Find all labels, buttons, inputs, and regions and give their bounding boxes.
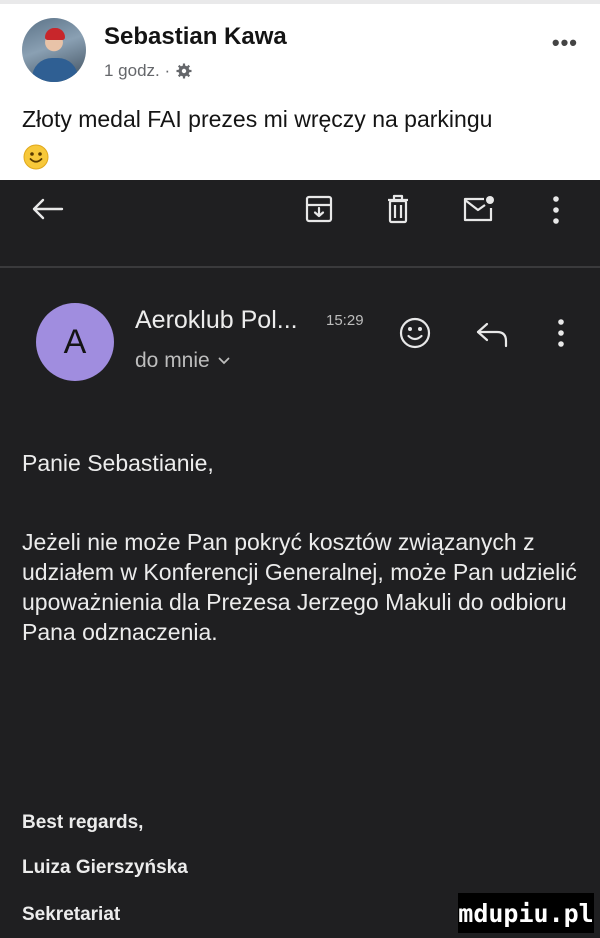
sender-avatar[interactable]: A — [36, 303, 114, 381]
signature-role: Sekretariat — [22, 904, 121, 925]
back-arrow-icon[interactable] — [30, 197, 64, 221]
author-avatar[interactable] — [22, 18, 86, 82]
gear-icon — [176, 63, 192, 79]
email-more-vert-icon[interactable] — [556, 318, 566, 348]
post-text: Złoty medal FAI prezes mi wręczy na park… — [22, 106, 493, 132]
post-author-name[interactable]: Sebastian Kawa — [104, 23, 287, 51]
site-watermark: mdupiu.pl — [458, 893, 594, 933]
avatar-shirt — [32, 58, 78, 82]
facebook-post-header: Sebastian Kawa 1 godz. · ••• Złoty medal… — [0, 0, 600, 180]
archive-icon[interactable] — [304, 194, 334, 224]
email-body: Jeżeli nie może Pan pokryć kosztów związ… — [22, 529, 577, 645]
email-toolbar — [0, 180, 600, 266]
reply-icon[interactable] — [475, 320, 509, 348]
recipient-toggle[interactable]: do mnie — [135, 349, 230, 373]
toolbar-divider — [0, 266, 600, 268]
more-vert-icon[interactable] — [551, 195, 561, 225]
smiley-icon — [23, 144, 49, 170]
signature-regards: Best regards, — [22, 812, 144, 833]
avatar-cap — [45, 28, 65, 40]
recipient-label: do mnie — [135, 349, 210, 372]
email-time: 15:29 — [326, 312, 364, 329]
signature-name: Luiza Gierszyńska — [22, 857, 188, 878]
post-meta: 1 godz. · — [104, 61, 192, 81]
sender-name[interactable]: Aeroklub Pol... — [135, 306, 298, 335]
post-more-button[interactable]: ••• — [552, 30, 578, 56]
mark-unread-icon[interactable] — [462, 194, 496, 224]
delete-icon[interactable] — [384, 193, 412, 225]
post-time[interactable]: 1 godz. · — [104, 61, 170, 81]
chevron-down-icon — [218, 357, 230, 365]
emoji-react-icon[interactable] — [398, 316, 432, 350]
email-greeting: Panie Sebastianie, — [22, 450, 214, 476]
